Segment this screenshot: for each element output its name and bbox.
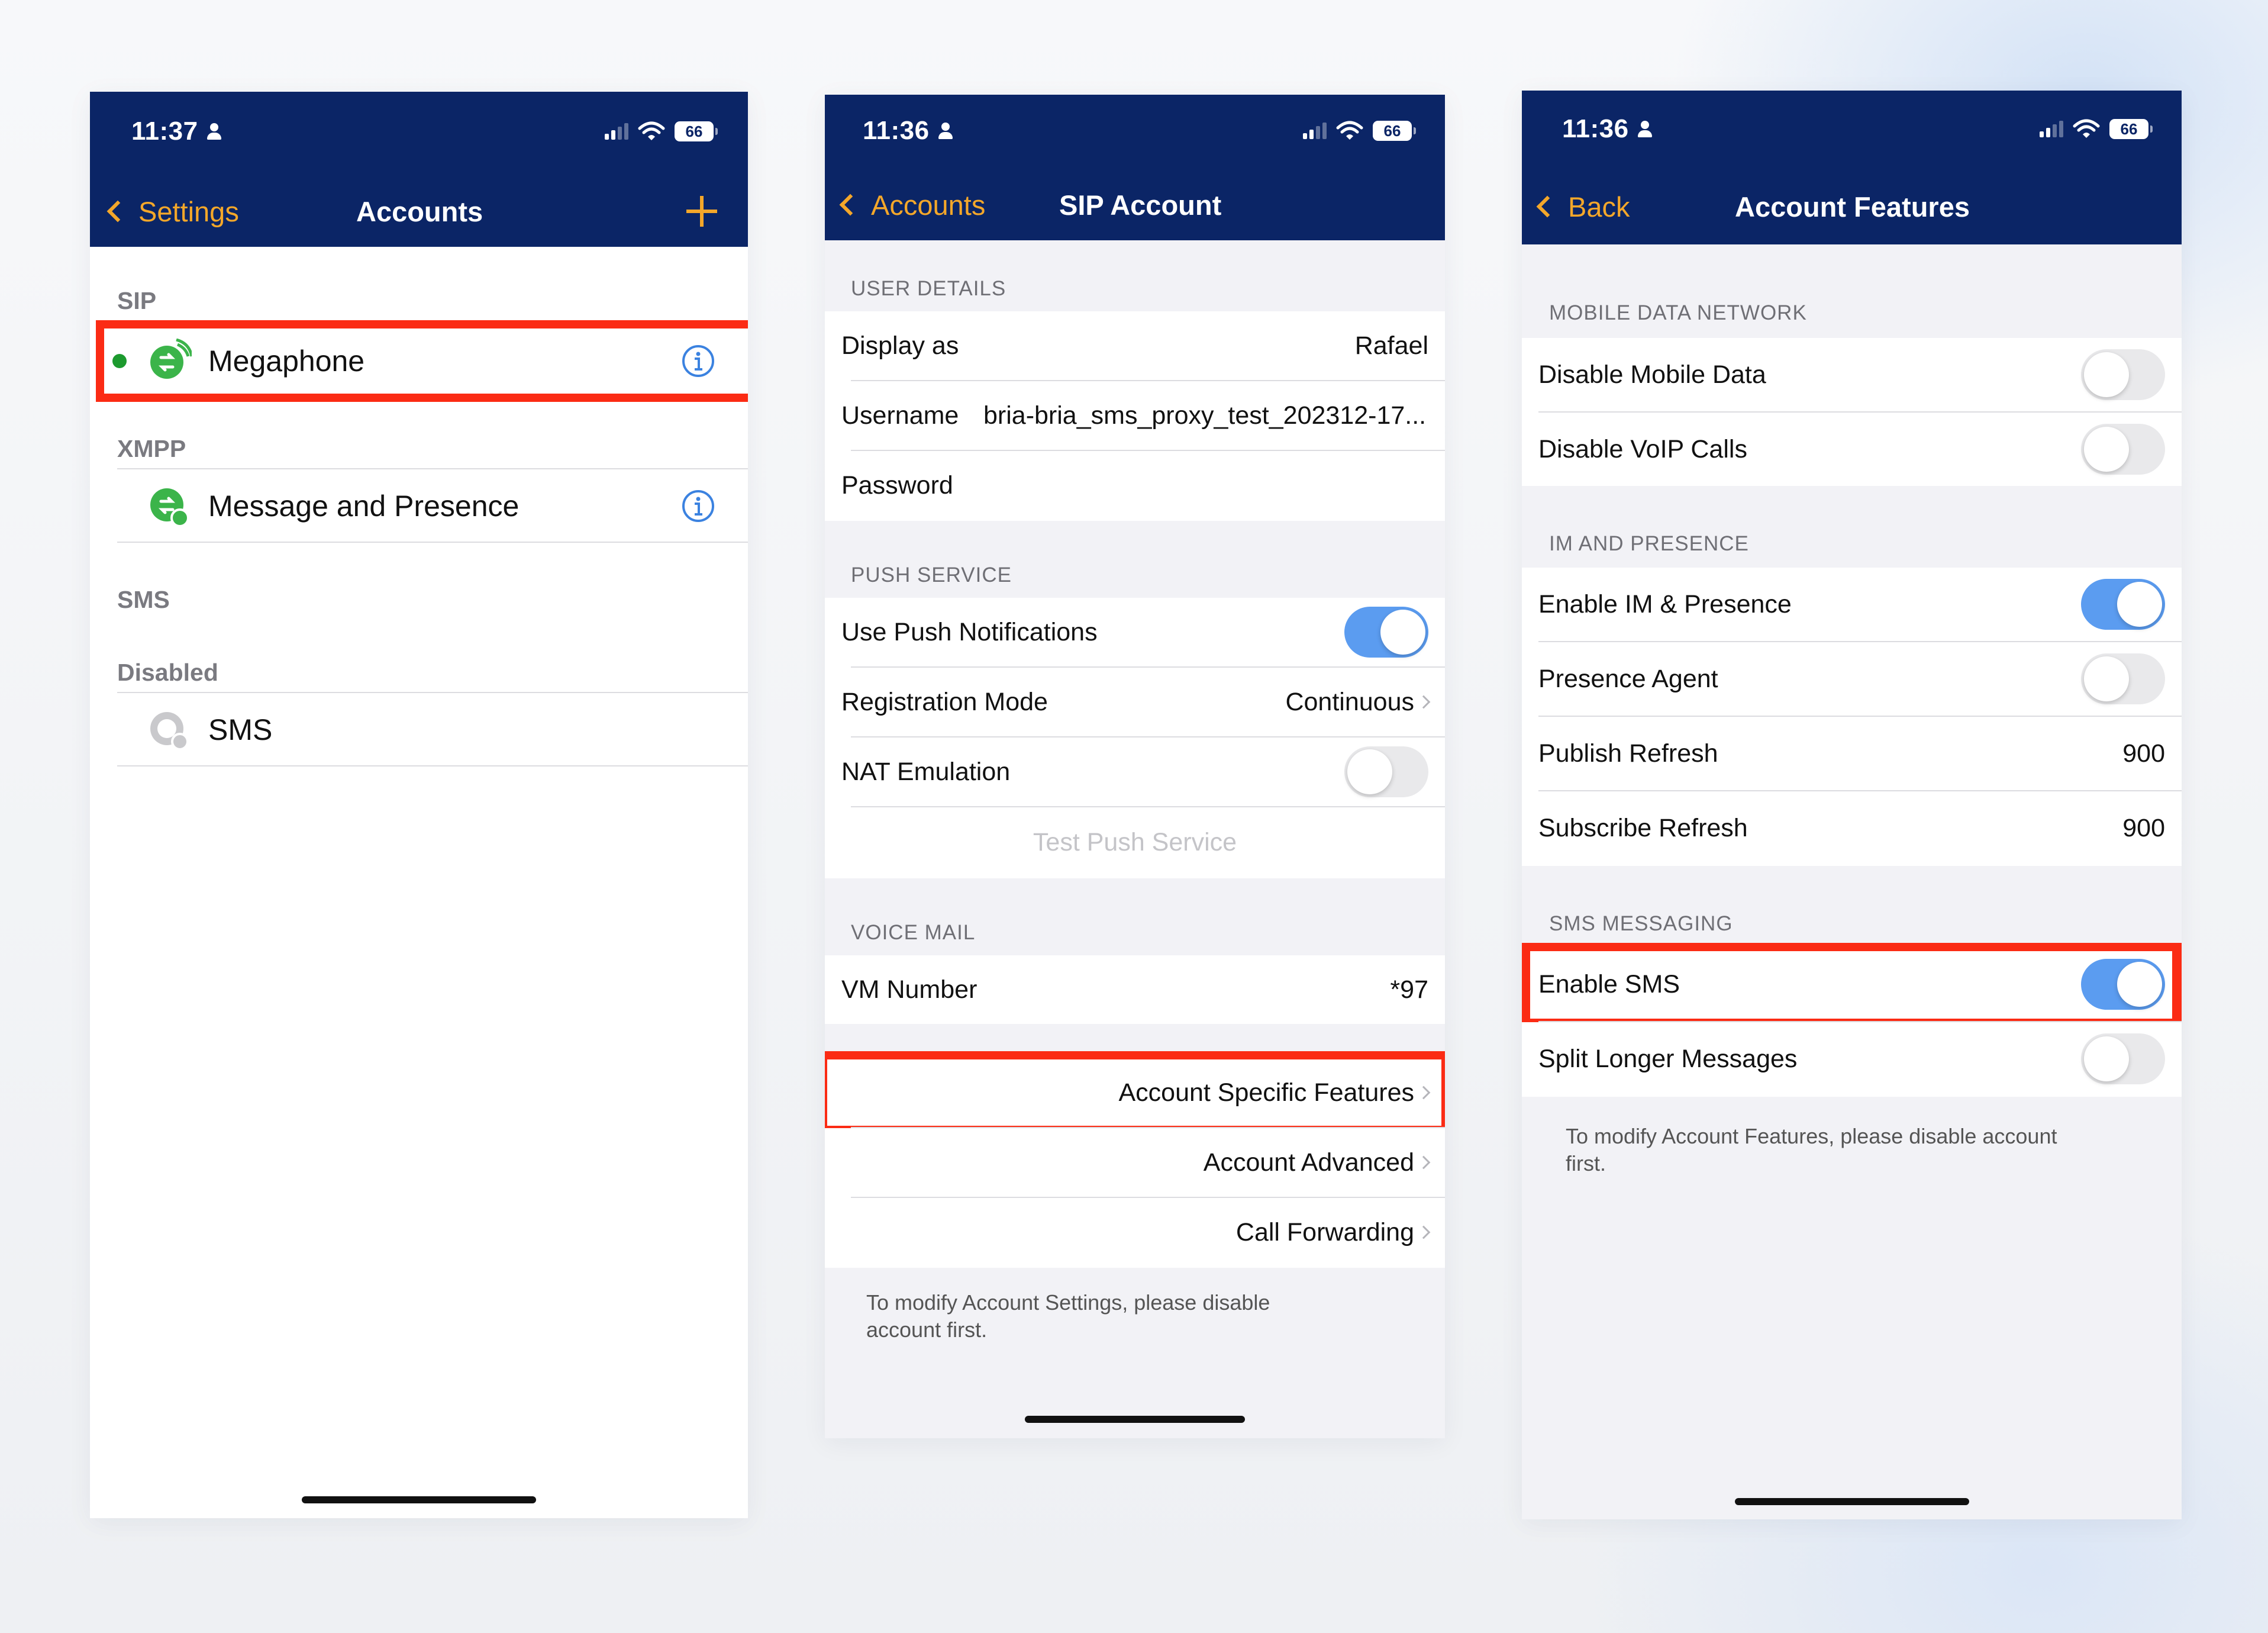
status-bar: 11:37 66 — [90, 117, 748, 146]
registration-mode-row[interactable]: Registration Mode Continuous — [825, 668, 1445, 736]
publish-refresh-value: 900 — [2122, 739, 2165, 768]
battery-icon: 66 — [2109, 119, 2153, 139]
section-header-sms: SMS — [117, 586, 170, 613]
enable-im-row: Enable IM & Presence — [1522, 568, 2182, 641]
disable-mobile-data-toggle[interactable] — [2081, 349, 2165, 400]
home-indicator — [302, 1496, 536, 1503]
back-label: Settings — [138, 195, 239, 227]
home-indicator — [1735, 1498, 1969, 1505]
status-time: 11:36 — [1562, 114, 1629, 143]
accounts-screen: 11:37 66 Settings Accounts SIP Megaphone… — [90, 92, 748, 1518]
account-row-message-presence[interactable]: Message and Presence — [117, 471, 748, 542]
enable-im-toggle[interactable] — [2081, 579, 2165, 630]
back-button[interactable]: Settings — [105, 195, 239, 228]
call-forwarding-row[interactable]: Call Forwarding — [825, 1198, 1445, 1267]
add-account-button[interactable] — [686, 196, 717, 227]
page-title: Accounts — [356, 195, 483, 227]
back-button[interactable]: Accounts — [838, 189, 985, 221]
person-icon — [1637, 120, 1653, 139]
battery-icon: 66 — [675, 121, 718, 141]
section-header-push-service: PUSH SERVICE — [851, 563, 1012, 587]
nat-emulation-row: NAT Emulation — [825, 737, 1445, 806]
section-header-disabled: Disabled — [117, 659, 218, 686]
sip-account-screen: 11:36 66 Accounts SIP Account USER DETAI… — [825, 95, 1445, 1438]
back-label: Accounts — [871, 189, 986, 221]
section-header-voice-mail: VOICE MAIL — [851, 921, 976, 944]
home-indicator — [1025, 1416, 1245, 1423]
chevron-right-icon — [1417, 1225, 1431, 1239]
cellular-signal-icon — [605, 123, 628, 140]
use-push-notifications-toggle[interactable] — [1344, 607, 1428, 658]
test-push-service-button[interactable]: Test Push Service — [825, 807, 1445, 877]
vm-number-value: *97 — [1390, 975, 1428, 1004]
status-bar: 11:36 66 — [825, 116, 1445, 146]
wifi-icon — [2073, 119, 2100, 138]
display-as-value: Rafael — [1354, 331, 1428, 360]
info-icon[interactable] — [682, 489, 715, 523]
subscribe-refresh-row[interactable]: Subscribe Refresh 900 — [1522, 791, 2182, 865]
username-row[interactable]: Username bria-bria_sms_proxy_test_202312… — [825, 381, 1445, 450]
chevron-right-icon — [1417, 695, 1431, 709]
wifi-icon — [1336, 121, 1363, 140]
person-icon — [938, 121, 953, 140]
chevron-left-icon — [1536, 195, 1559, 218]
chevron-left-icon — [107, 200, 129, 223]
person-icon — [207, 122, 222, 141]
account-row-sms[interactable]: SMS — [117, 694, 748, 765]
page-title: Account Features — [1735, 191, 1970, 223]
vm-number-row[interactable]: VM Number *97 — [825, 955, 1445, 1024]
nav-bar: 11:37 66 Settings Accounts — [90, 92, 748, 247]
disable-mobile-data-row: Disable Mobile Data — [1522, 338, 2182, 411]
section-header-user-details: USER DETAILS — [851, 277, 1006, 300]
xmpp-account-icon — [150, 488, 189, 527]
sms-account-icon — [150, 712, 189, 751]
section-header-sms-messaging: SMS MESSAGING — [1549, 912, 1733, 935]
battery-icon: 66 — [1373, 121, 1416, 141]
back-button[interactable]: Back — [1535, 191, 1630, 223]
section-header-xmpp: XMPP — [117, 435, 186, 462]
account-features-screen: 11:36 66 Back Account Features MOBILE DA… — [1522, 91, 2182, 1519]
publish-refresh-row[interactable]: Publish Refresh 900 — [1522, 717, 2182, 790]
footer-note: To modify Account Features, please disab… — [1566, 1124, 2057, 1175]
nav-bar: 11:36 66 Back Account Features — [1522, 91, 2182, 244]
username-value: bria-bria_sms_proxy_test_202312-17... — [983, 401, 1427, 430]
highlight-box — [96, 320, 748, 402]
highlight-box — [825, 1051, 1445, 1134]
highlight-box — [1522, 943, 2182, 1027]
password-row[interactable]: Password — [825, 451, 1445, 520]
disable-voip-row: Disable VoIP Calls — [1522, 413, 2182, 486]
nat-emulation-toggle[interactable] — [1344, 746, 1428, 797]
disable-voip-toggle[interactable] — [2081, 424, 2165, 475]
chevron-left-icon — [839, 194, 862, 216]
back-label: Back — [1568, 191, 1630, 223]
wifi-icon — [638, 121, 665, 140]
section-header-im-presence: IM AND PRESENCE — [1549, 532, 1749, 555]
status-time: 11:36 — [863, 116, 930, 145]
display-as-row[interactable]: Display as Rafael — [825, 311, 1445, 380]
presence-agent-toggle[interactable] — [2081, 653, 2165, 704]
presence-agent-row: Presence Agent — [1522, 642, 2182, 716]
account-name: Message and Presence — [208, 489, 520, 523]
account-name: SMS — [208, 713, 273, 746]
status-bar: 11:36 66 — [1522, 114, 2182, 144]
subscribe-refresh-value: 900 — [2122, 813, 2165, 842]
section-header-sip: SIP — [117, 287, 157, 314]
page-title: SIP Account — [1059, 189, 1222, 221]
status-time: 11:37 — [131, 117, 198, 146]
nav-bar: 11:36 66 Accounts SIP Account — [825, 95, 1445, 240]
section-header-mobile-data: MOBILE DATA NETWORK — [1549, 301, 1807, 324]
cellular-signal-icon — [1303, 123, 1327, 139]
account-advanced-row[interactable]: Account Advanced — [825, 1128, 1445, 1197]
use-push-notifications-row: Use Push Notifications — [825, 598, 1445, 666]
chevron-right-icon — [1417, 1155, 1431, 1170]
registration-mode-value: Continuous — [1285, 687, 1414, 716]
split-longer-messages-row: Split Longer Messages — [1522, 1022, 2182, 1096]
footer-note: To modify Account Settings, please disab… — [866, 1290, 1270, 1342]
cellular-signal-icon — [2040, 121, 2063, 137]
split-longer-messages-toggle[interactable] — [2081, 1033, 2165, 1084]
